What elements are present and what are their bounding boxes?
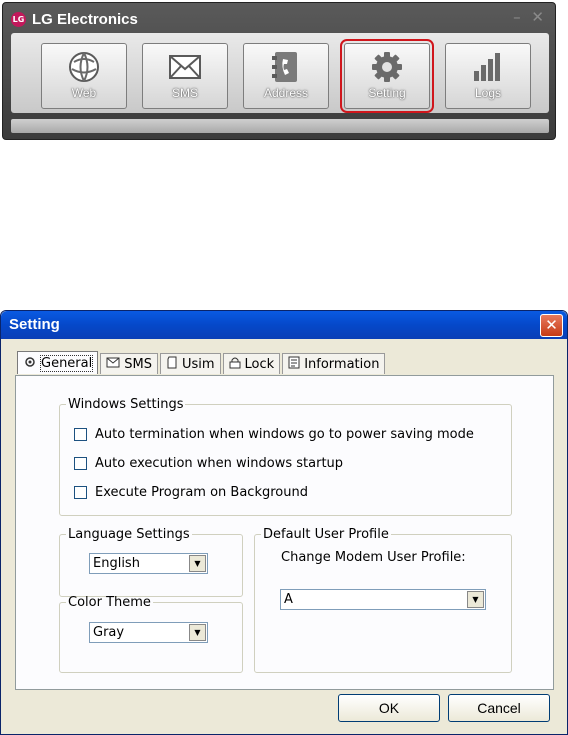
- color-theme-select[interactable]: Gray ▼: [89, 622, 208, 643]
- phonebook-icon: [271, 50, 301, 84]
- tab-usim[interactable]: Usim: [159, 353, 221, 374]
- chevron-down-icon[interactable]: ▼: [189, 624, 206, 641]
- tab-general-label: General: [39, 354, 94, 372]
- bar-chart-icon: [471, 50, 505, 84]
- color-theme-select-value: Gray: [93, 625, 125, 640]
- launcher-status-bar: [11, 119, 549, 133]
- envelope-icon: [106, 357, 120, 371]
- tab-sms-label: SMS: [124, 356, 152, 372]
- chevron-down-icon[interactable]: ▼: [467, 591, 484, 608]
- modem-profile-select-value: A: [284, 592, 293, 607]
- auto-execution-label: Auto execution when windows startup: [95, 456, 344, 471]
- language-settings-legend: Language Settings: [68, 527, 190, 542]
- address-button[interactable]: Address: [243, 43, 329, 109]
- tab-lock[interactable]: Lock: [222, 353, 281, 374]
- lg-logo-icon: LG: [11, 11, 26, 27]
- auto-execution-checkbox[interactable]: [74, 457, 87, 470]
- setting-button-label: Setting: [368, 86, 406, 100]
- lock-icon: [229, 356, 241, 372]
- close-icon: ✕: [545, 316, 558, 334]
- setting-dialog: Setting ✕ General SMS Usim Lock Informat…: [0, 310, 568, 735]
- gear-icon: [370, 50, 404, 84]
- dialog-title: Setting: [9, 316, 60, 333]
- auto-termination-option[interactable]: Auto termination when windows go to powe…: [74, 427, 474, 442]
- default-user-profile-legend: Default User Profile: [263, 527, 389, 542]
- general-icon: [23, 356, 37, 371]
- background-checkbox[interactable]: [74, 486, 87, 499]
- globe-icon: [67, 50, 101, 84]
- auto-execution-option[interactable]: Auto execution when windows startup: [74, 456, 343, 471]
- windows-settings-legend: Windows Settings: [68, 397, 184, 412]
- logs-button-label: Logs: [474, 86, 502, 100]
- dialog-title-bar[interactable]: Setting ✕: [1, 311, 567, 339]
- launcher-title: LG Electronics: [32, 10, 138, 28]
- language-select-value: English: [93, 556, 140, 571]
- auto-termination-label: Auto termination when windows go to powe…: [95, 427, 474, 442]
- launcher-toolbar: Web SMS Address Setting Logs: [11, 33, 549, 113]
- launcher-window-controls[interactable]: – ✕: [513, 8, 547, 26]
- tab-sms[interactable]: SMS: [100, 353, 158, 374]
- sms-button-label: SMS: [171, 86, 198, 100]
- cancel-button[interactable]: Cancel: [448, 694, 550, 722]
- tab-information-label: Information: [304, 356, 380, 372]
- change-profile-label: Change Modem User Profile:: [281, 550, 466, 565]
- language-settings-group: Language Settings English ▼: [59, 527, 243, 597]
- web-button[interactable]: Web: [41, 43, 127, 109]
- web-button-label: Web: [71, 86, 97, 100]
- envelope-icon: [168, 50, 202, 84]
- address-button-label: Address: [263, 86, 309, 100]
- background-label: Execute Program on Background: [95, 485, 308, 500]
- chevron-down-icon[interactable]: ▼: [189, 555, 206, 572]
- general-tab-panel: Windows Settings Auto termination when w…: [15, 375, 554, 690]
- tab-information[interactable]: Information: [282, 353, 386, 374]
- default-user-profile-group: Default User Profile Change Modem User P…: [254, 527, 512, 673]
- info-doc-icon: [288, 356, 300, 372]
- modem-profile-select[interactable]: A ▼: [280, 589, 486, 610]
- launcher-title-bar: LG LG Electronics: [11, 9, 138, 29]
- logs-button[interactable]: Logs: [445, 43, 531, 109]
- color-theme-legend: Color Theme: [68, 595, 151, 610]
- auto-termination-checkbox[interactable]: [74, 428, 87, 441]
- tab-general[interactable]: General: [17, 351, 99, 374]
- language-select[interactable]: English ▼: [89, 553, 208, 574]
- lg-launcher-window: LG LG Electronics – ✕ Web SMS Address Se…: [2, 2, 556, 140]
- tab-strip: General SMS Usim Lock Information: [17, 351, 387, 375]
- ok-button[interactable]: OK: [338, 694, 440, 722]
- tab-lock-label: Lock: [244, 356, 275, 372]
- tab-usim-label: Usim: [181, 356, 215, 372]
- background-option[interactable]: Execute Program on Background: [74, 485, 308, 500]
- sms-button[interactable]: SMS: [142, 43, 228, 109]
- sim-icon: [166, 356, 178, 372]
- setting-button[interactable]: Setting: [340, 39, 434, 113]
- windows-settings-group: Windows Settings Auto termination when w…: [59, 397, 512, 516]
- color-theme-group: Color Theme Gray ▼: [59, 595, 243, 673]
- close-button[interactable]: ✕: [540, 314, 563, 337]
